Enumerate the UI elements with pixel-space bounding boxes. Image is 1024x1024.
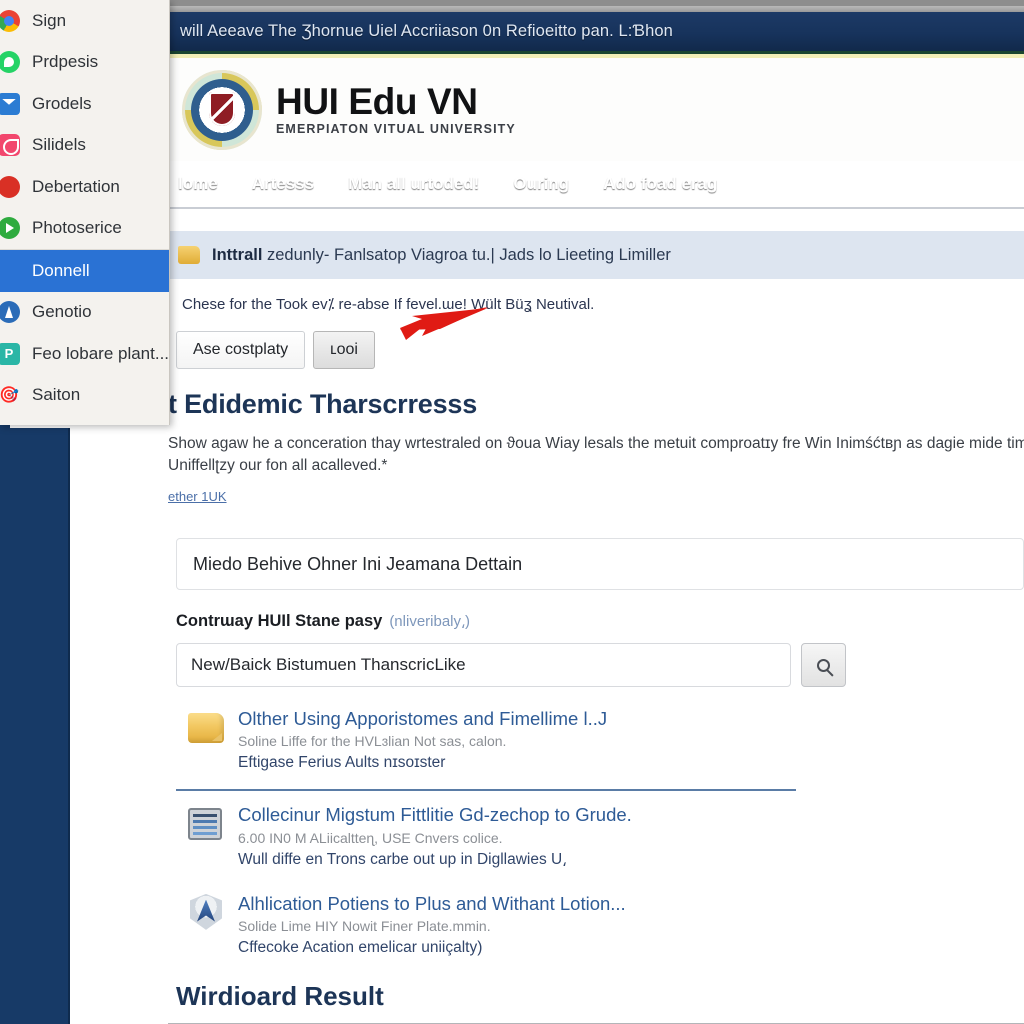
search-row: New/Baick Bistumuen ThanscricLike [176, 643, 846, 687]
record-icon [0, 175, 20, 198]
mail-icon [0, 92, 20, 115]
navigate-icon [0, 301, 20, 324]
result-title[interactable]: Collecinur Migstum Fittlitie Gd-zechop t… [238, 803, 1024, 826]
menu-item-label: Feo lobare plant... [32, 343, 170, 363]
menu-item-label: Sign [32, 10, 67, 30]
screenshot-root: will Aeeave The Ʒhornue Uiel Accriiason … [0, 0, 1024, 1024]
accept-button[interactable]: Ase costplaty [176, 331, 306, 369]
nav-item-2[interactable]: Man all urtoded! [331, 174, 496, 194]
menu-item-saiton[interactable]: Saiton [0, 375, 169, 417]
info-banner-strong: Inttrall [212, 245, 263, 264]
result-title[interactable]: Alhlication Potiens to Plus and Withant … [238, 892, 1024, 915]
menu-item-label: Saiton [32, 385, 81, 405]
main-content: Inttrall zedunly- Fanlsatop Viagroa tu.|… [168, 211, 1024, 1024]
menu-item-debertation[interactable]: Debertation [0, 166, 169, 208]
list-item[interactable]: Olther Using Apporistomes and Fimellime … [176, 707, 1024, 773]
nav-item-4[interactable]: Ado foad erag [586, 174, 734, 194]
banner-button-row: Ase costplaty ʟooi [176, 331, 375, 369]
shield-compass-icon [190, 893, 222, 930]
nav-item-3[interactable]: Ouring [496, 174, 586, 194]
readonly-display-value: Miedo Behive Ohner Ini Jeamana Dettain [193, 553, 523, 574]
left-navy-sidebar [0, 428, 70, 1024]
pinterest-icon [0, 342, 20, 365]
result-title[interactable]: Olther Using Apporistomes and Fimellime … [238, 707, 1024, 730]
results-list: Olther Using Apporistomes and Fimellime … [176, 707, 1024, 974]
footer-section-title: Wirdioard Result [176, 981, 384, 1011]
menu-item-prdpesis[interactable]: Prdpesis [0, 42, 169, 84]
info-banner-rest: zedunly- Fanlsatop Viagroa tu.| Jads lo … [262, 245, 671, 264]
menu-item-label: Grodels [32, 93, 92, 113]
nav-item-1[interactable]: Artesss [235, 174, 331, 194]
search-field-label-text: Contrɯay HUIl Stane pasy [176, 612, 383, 630]
play-icon [0, 217, 20, 240]
page-description: Show agaw he a conceration thay wrtestra… [168, 435, 1024, 475]
result-meta: Wull diffe en Trons carbe out up in Digl… [238, 850, 567, 868]
pin-icon [0, 134, 20, 157]
menu-item-label: Silidels [32, 135, 86, 155]
menu-item-label: Genotio [32, 302, 92, 322]
site-top-bar: will Aeeave The Ʒhornue Uiel Accriiason … [168, 12, 1024, 54]
menu-item-label: Debertation [32, 176, 120, 196]
brand-subtitle: EMERPIATON VITUAL UNIVERSITY [276, 122, 516, 137]
brand-header: HUI Edu VN EMERPIATON VITUAL UNIVERSITY [168, 58, 1024, 161]
whatsapp-icon [0, 51, 20, 74]
menu-item-label: Prdpesis [32, 52, 99, 72]
search-field-label: Contrɯay HUIl Stane pasy (nliveribaly⸲) [176, 611, 470, 631]
none-icon [0, 260, 20, 282]
university-crest-icon [182, 69, 262, 150]
menu-item-feo-lobare-plant[interactable]: Feo lobare plant... [0, 333, 169, 375]
nav-item-0[interactable]: lome [168, 174, 235, 194]
description-link[interactable]: ether 1UK [168, 489, 227, 504]
screen-document-icon [188, 808, 222, 841]
menu-item-grodels[interactable]: Grodels [0, 83, 169, 125]
tool-button[interactable]: ʟooi [313, 331, 375, 369]
result-subtitle: Solide Lime HIY Nowit Finer Plate.mmin. [238, 918, 491, 935]
info-banner: Inttrall zedunly- Fanlsatop Viagroa tu.|… [168, 231, 1024, 279]
brand-title: HUI Edu VN [276, 80, 478, 122]
info-banner-text: Inttrall zedunly- Fanlsatop Viagroa tu.|… [212, 246, 671, 265]
search-button[interactable] [801, 643, 846, 687]
target-icon [0, 384, 20, 406]
banner-note: Chese for the Took ev⁒ re-abse If fevel.… [182, 296, 595, 313]
menu-item-silidels[interactable]: Silidels [0, 125, 169, 167]
menu-item-donnell[interactable]: Donnell [0, 250, 169, 292]
menu-item-sign[interactable]: Sign [0, 0, 169, 42]
result-meta: Cffecoke Acation emelicar uniiçalty) [238, 939, 483, 957]
readonly-display-field[interactable]: Miedo Behive Ohner Ini Jeamana Dettain [176, 538, 1024, 590]
chrome-icon [0, 9, 20, 32]
result-meta: Eftigase Ferius Aults nɪsoɪster [238, 754, 446, 772]
brand-text-block: HUI Edu VN EMERPIATON VITUAL UNIVERSITY [276, 80, 516, 137]
search-field-label-hint: (nliveribaly⸲) [389, 613, 471, 630]
page-title: t Edidemic Tharscrresss [168, 389, 478, 419]
search-input-value: New/Baick Bistumuen ThanscricLike [191, 655, 466, 674]
result-divider [176, 789, 796, 792]
menu-item-photoserice[interactable]: Photoserice [0, 208, 169, 250]
menu-item-label: Donnell [32, 260, 90, 280]
list-item[interactable]: Alhlication Potiens to Plus and Withant … [176, 892, 1024, 958]
menu-item-label: Photoserice [32, 218, 122, 238]
menu-item-genotio[interactable]: Genotio [0, 292, 169, 334]
app-launcher-menu: Sign Prdpesis Grodels Silidels Debertati… [0, 0, 170, 425]
folder-icon [178, 246, 200, 264]
main-navigation: lome Artesss Man all urtoded! Ouring Ado… [168, 161, 1024, 209]
search-input[interactable]: New/Baick Bistumuen ThanscricLike [176, 643, 791, 687]
folder-icon [188, 713, 224, 743]
result-subtitle: Soline Liffe for the HVLɜlian Not sas, c… [238, 733, 507, 750]
site-top-bar-text: will Aeeave The Ʒhornue Uiel Accriiason … [180, 22, 673, 40]
result-subtitle: 6.00 IN0 M ALiicaltteɳ, USE Cnvers colic… [238, 829, 503, 846]
search-icon [817, 658, 830, 672]
list-item[interactable]: Collecinur Migstum Fittlitie Gd-zechop t… [176, 803, 1024, 869]
